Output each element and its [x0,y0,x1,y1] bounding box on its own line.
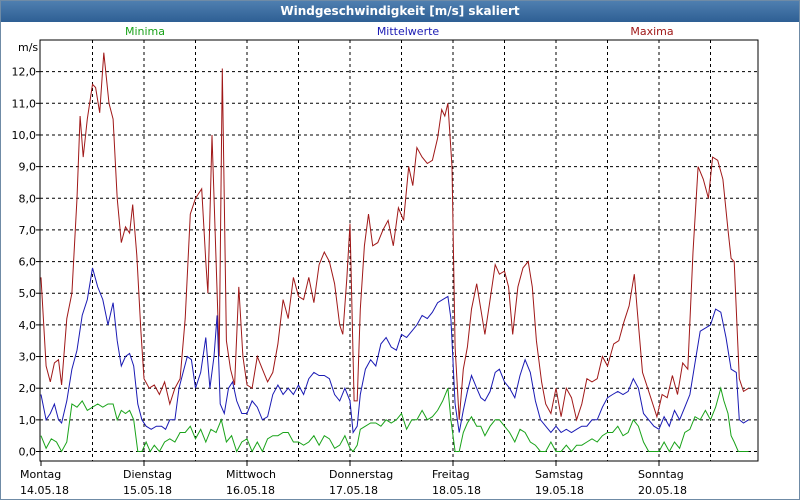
x-tick-date: 15.05.18 [123,484,172,497]
x-tick-date: 18.05.18 [432,484,481,497]
y-tick-label: 6,0 [19,256,37,269]
wind-speed-chart: 0,0 1,0 2,0 3,0 4,0 5,0 6,0 7,0 8,0 9,0 10,0 11,0 12… [12,25,759,497]
y-tick-label: 2,0 [19,382,37,395]
y-tick-label: 0,0 [19,446,37,459]
y-tick-label: 9,0 [19,161,37,174]
x-tick-date: 14.05.18 [20,484,69,497]
y-tick-label: 12,0 [12,66,37,79]
y-tick-label: 4,0 [19,319,37,332]
x-tick-date: 16.05.18 [226,484,275,497]
x-tick-day: Mittwoch [226,468,276,481]
y-tick-label: 8,0 [19,192,37,205]
x-tick-date: 20.05.18 [638,484,687,497]
legend-maxima: Maxima [630,25,673,38]
x-tick-day: Sonntag [638,468,684,481]
y-tick-label: 7,0 [19,224,37,237]
x-tick-day: Freitag [432,468,470,481]
y-axis-ticks: 0,0 1,0 2,0 3,0 4,0 5,0 6,0 7,0 8,0 9,0 10,0 11,0 12… [12,66,40,459]
x-axis-ticks: Montag 14.05.18 Dienstag 15.05.18 Mittwoch 16… [20,461,687,497]
x-tick-day: Samstag [535,468,583,481]
y-tick-label: 1,0 [19,414,37,427]
y-axis-unit-label: m/s [18,41,38,54]
legend-minima: Minima [125,25,165,38]
x-tick-day: Donnerstag [329,468,393,481]
x-tick-day: Montag [20,468,61,481]
y-tick-label: 5,0 [19,287,37,300]
y-tick-label: 3,0 [19,351,37,364]
y-tick-label: 11,0 [12,97,37,110]
y-tick-label: 10,0 [12,129,37,142]
x-tick-date: 17.05.18 [329,484,378,497]
x-tick-date: 19.05.18 [535,484,584,497]
legend-mittelwerte: Mittelwerte [377,25,440,38]
x-tick-day: Dienstag [123,468,172,481]
